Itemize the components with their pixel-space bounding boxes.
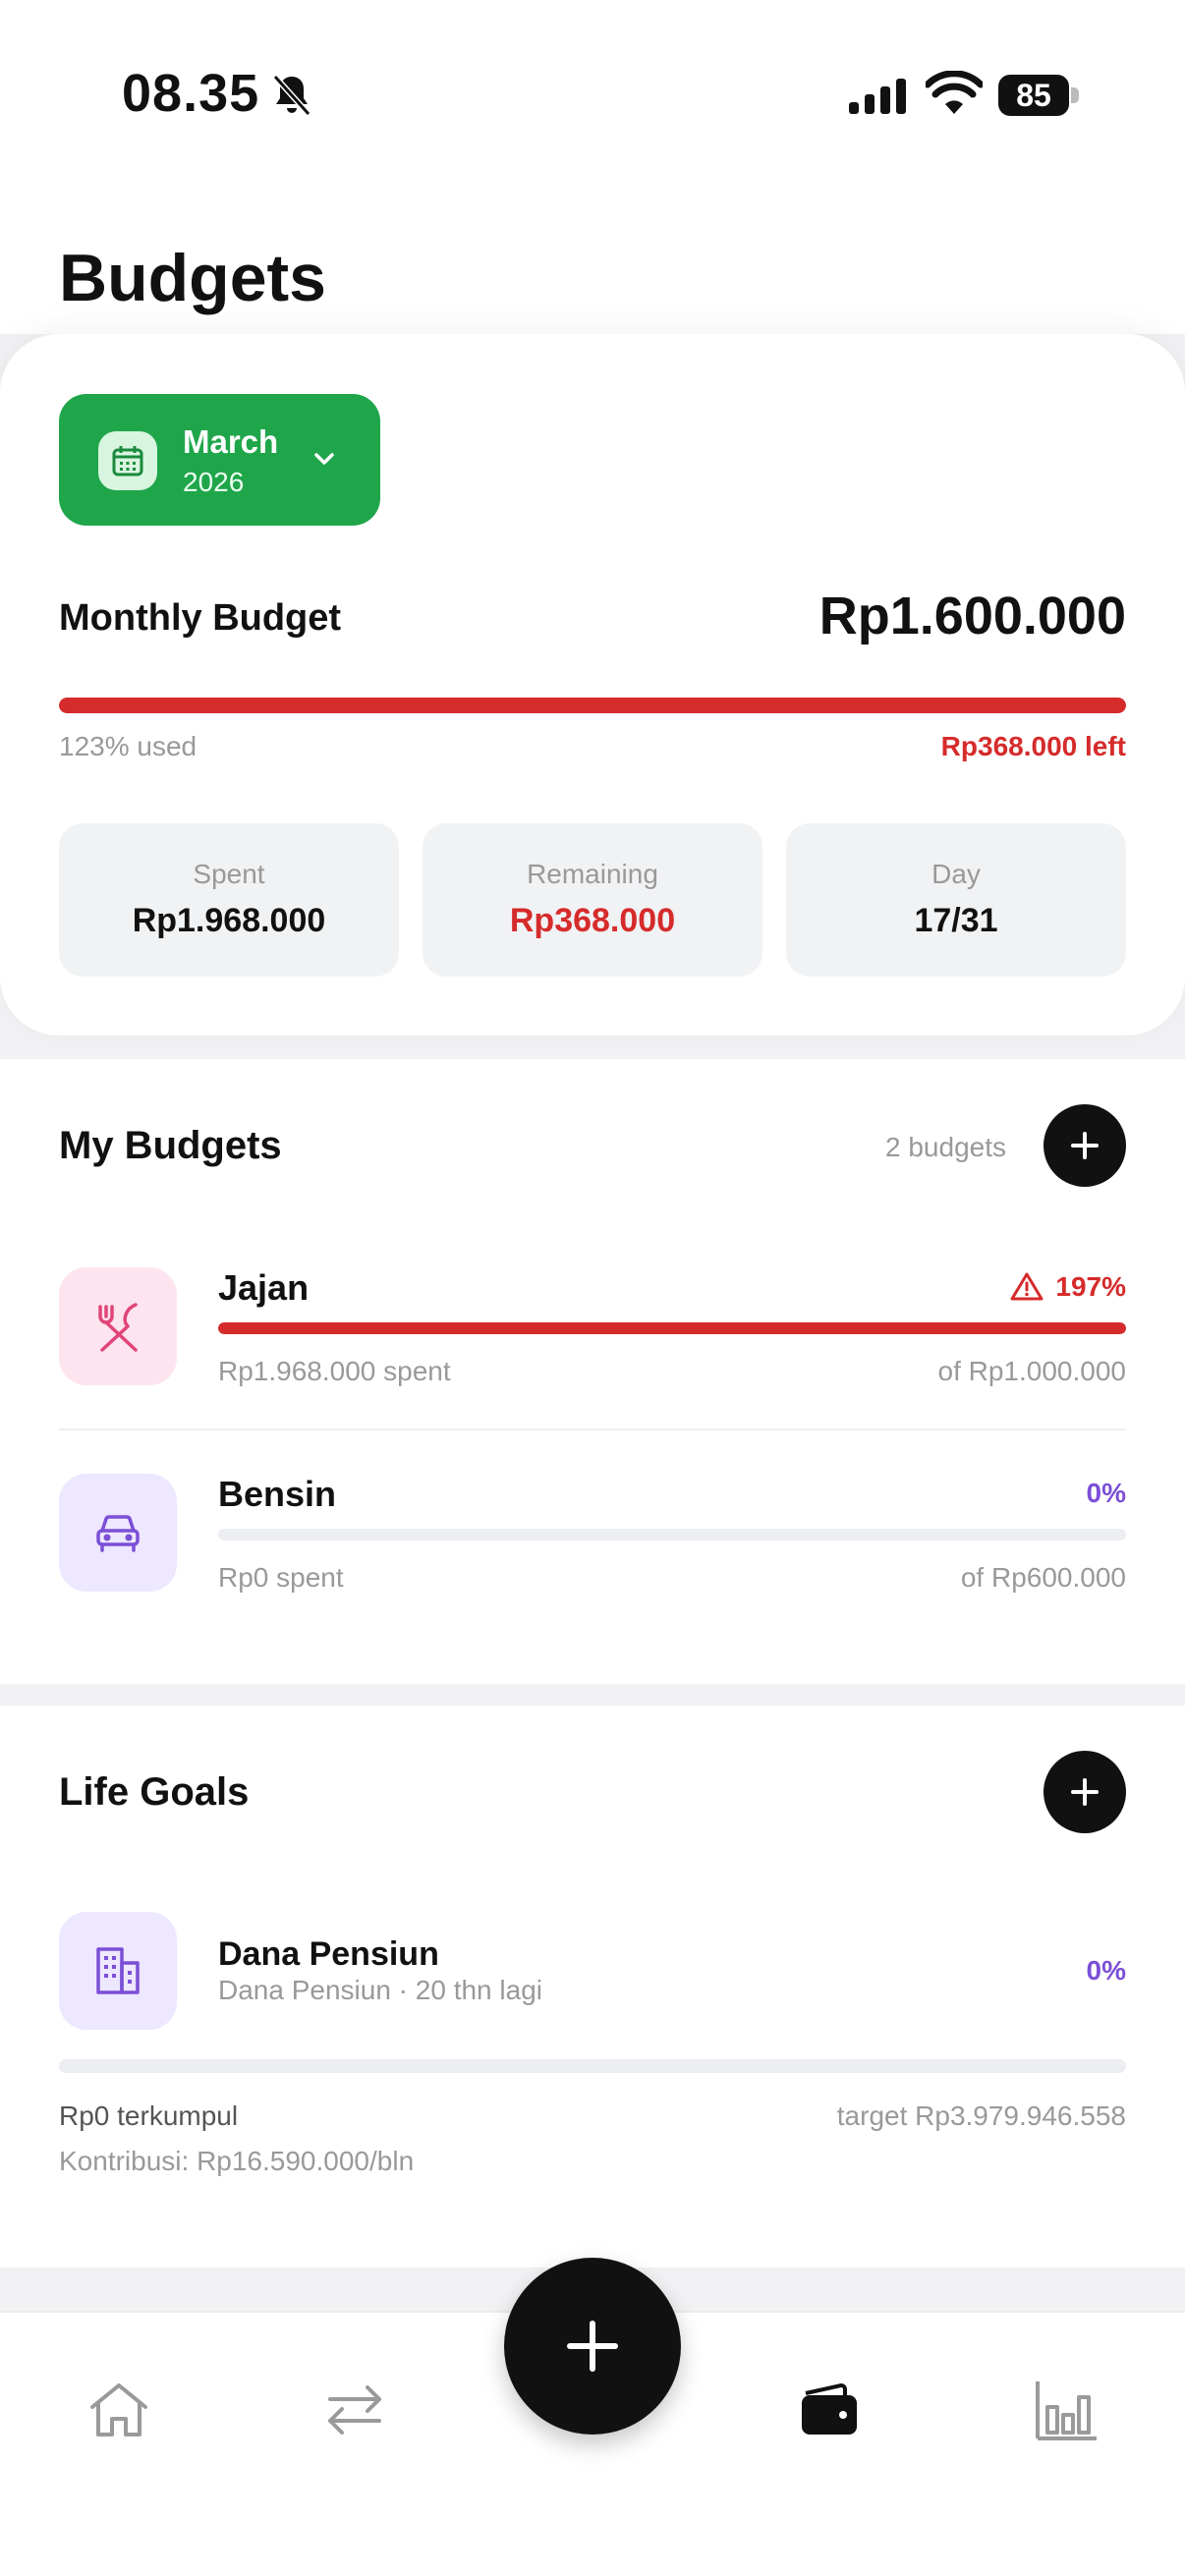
stat-label: Spent [193,859,265,889]
cellular-signal-icon [849,79,906,114]
stat-value: 17/31 [914,902,998,939]
goal-subtitle: Dana Pensiun · 20 thn lagi [218,1975,542,2005]
bell-muted-icon [272,74,311,117]
budget-item-bensin[interactable]: Bensin 0% Rp0 spent of Rp600.000 [0,1474,1185,1670]
warning-icon [1010,1272,1044,1301]
budgets-count: 2 budgets [885,1132,1006,1162]
life-goals-section: Life Goals Dana Pensiun Dana Pensiun · 2… [0,1706,1185,2268]
calendar-icon [98,431,157,490]
status-time: 08.35 [122,64,260,123]
life-goals-title: Life Goals [59,1770,250,1814]
budget-progress [218,1322,1126,1334]
add-transaction-button[interactable] [504,2258,681,2435]
budget-spent: Rp0 spent [218,1562,344,1593]
month-selector[interactable]: March 2026 [59,394,380,526]
stat-remaining: Remaining Rp368.000 [423,823,762,977]
stat-label: Day [931,859,981,889]
page-title: Budgets [59,241,326,315]
my-budgets-title: My Budgets [59,1124,282,1167]
stat-value: Rp368.000 [509,902,676,939]
add-budget-button[interactable] [1044,1104,1126,1187]
goal-contribution: Kontribusi: Rp16.590.000/bln [59,2146,415,2176]
transfer-icon [328,2385,381,2435]
wallet-icon [802,2382,857,2435]
monthly-budget-used: 123% used [59,731,198,761]
status-bar: 08.35 85 [0,0,1185,196]
budget-limit: of Rp600.000 [960,1562,1126,1593]
building-icon [59,1912,177,2030]
stat-spent: Spent Rp1.968.000 [59,823,399,977]
selected-year: 2026 [183,467,245,497]
chevron-down-icon [314,453,334,465]
goal-collected: Rp0 terkumpul [59,2100,239,2131]
budget-percent-value: 197% [1055,1271,1126,1302]
header-area: 08.35 85 Budgets [0,0,1185,334]
budget-name: Jajan [218,1267,310,1308]
monthly-budget-progress-fill [59,698,1126,713]
budget-spent: Rp1.968.000 spent [218,1356,451,1386]
goal-percent: 0% [1086,1955,1126,1986]
fork-knife-icon [59,1267,177,1385]
budget-name: Bensin [218,1474,337,1514]
add-goal-button[interactable] [1044,1751,1126,1833]
monthly-budget-left: Rp368.000 left [940,731,1126,761]
budget-progress [218,1529,1126,1540]
budget-progress-fill [218,1322,1126,1334]
selected-month: March [183,423,279,460]
goal-name: Dana Pensiun [218,1935,439,1973]
goal-target: target Rp3.979.946.558 [836,2100,1126,2131]
stat-value: Rp1.968.000 [132,902,326,939]
budget-item-jajan[interactable]: Jajan 197% Rp1.968.000 spent of Rp1.000.… [0,1267,1185,1464]
battery-nub [1071,87,1079,103]
battery-level: 85 [998,75,1069,116]
budget-percent: 197% [1010,1271,1126,1303]
stat-label: Remaining [527,859,658,889]
my-budgets-section: My Budgets 2 budgets Jajan 197% Rp1.968.… [0,1059,1185,1684]
stat-day: Day 17/31 [786,823,1126,977]
tab-transactions[interactable] [312,2368,395,2450]
divider [59,1428,1126,1430]
monthly-summary-card: March 2026 Monthly Budget Rp1.600.000 12… [0,334,1185,1036]
monthly-budget-amount: Rp1.600.000 [818,587,1126,645]
monthly-budget-progress [59,698,1126,713]
budget-limit: of Rp1.000.000 [937,1356,1127,1386]
car-icon [59,1474,177,1592]
battery-icon: 85 [998,75,1079,116]
wifi-icon [926,71,983,114]
stats-icon [1036,2381,1097,2440]
tab-wallet[interactable] [786,2368,869,2450]
goal-progress [59,2059,1126,2073]
monthly-budget-label: Monthly Budget [59,597,342,639]
tab-stats[interactable] [1024,2368,1106,2450]
budget-percent: 0% [1086,1478,1126,1508]
tab-home[interactable] [77,2368,159,2450]
home-icon [90,2383,147,2436]
